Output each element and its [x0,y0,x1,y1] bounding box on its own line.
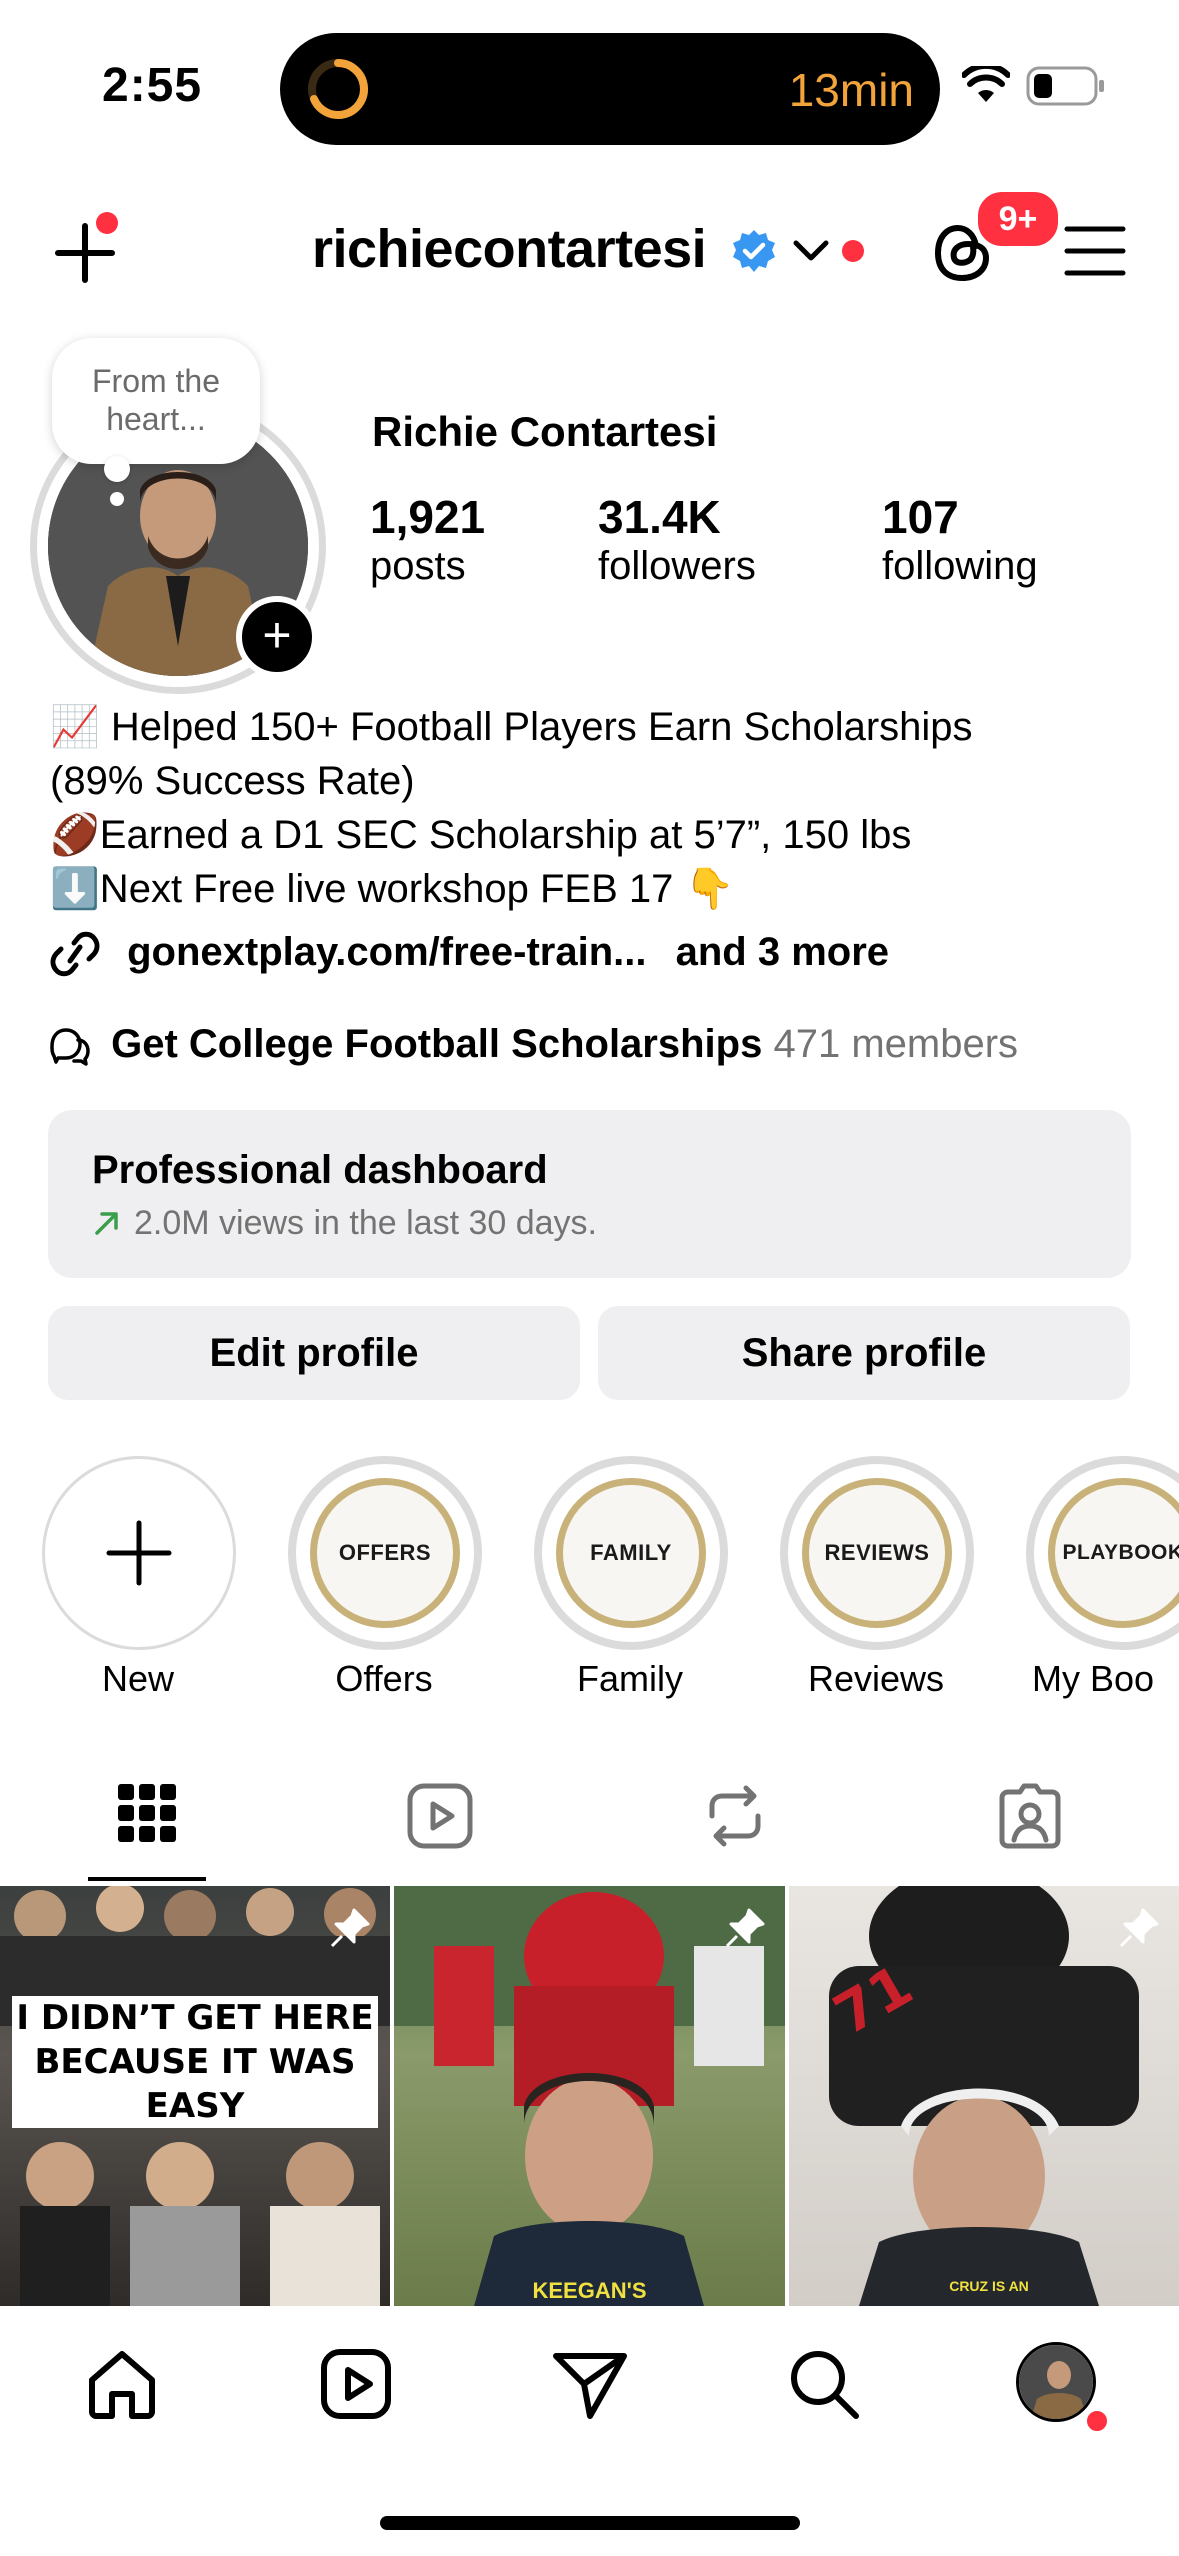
pin-icon [725,1908,765,1948]
highlight-cover: PLAYBOOK [1048,1478,1179,1628]
reels-tab-icon[interactable] [406,1782,474,1850]
tagged-tab-icon[interactable] [996,1782,1064,1850]
community-name[interactable]: Get College Football Scholarships [111,1022,762,1066]
active-tab-indicator [88,1877,206,1881]
share-direct-icon[interactable] [552,2350,628,2420]
community-row[interactable]: Get College Football Scholarships 471 me… [48,1022,1018,1067]
bio-link[interactable]: gonextplay.com/free-train... and 3 more [48,930,889,977]
pin-icon [1119,1908,1159,1948]
dashboard-subtitle: 2.0M views in the last 30 days. [134,1204,598,1242]
post-caption-line: I DIDN’T GET HERE [16,1998,374,2038]
bio: 📈 Helped 150+ Football Players Earn Scho… [50,700,1140,916]
profile-notification-dot [1084,2408,1110,2434]
reels-icon[interactable] [320,2348,392,2420]
highlight-label: Offers [335,1658,433,1699]
account-switch-dot [842,240,864,262]
notification-badge: 9+ [974,188,1062,250]
chevron-down-icon[interactable] [792,238,830,264]
note-bubble-tail-small [110,492,124,506]
stat-followers[interactable]: 31.4K followers [598,490,756,589]
post-caption: CRUZ IS AN [949,2278,1029,2294]
highlight-new[interactable] [42,1456,236,1650]
profile-avatar-tab[interactable] [1016,2342,1096,2422]
note-bubble[interactable]: From the heart... [52,338,260,464]
bio-line: (89% Success Rate) [50,759,415,803]
dashboard-title: Professional dashboard [92,1148,548,1192]
status-time: 2:55 [102,59,203,112]
profile-username[interactable]: richiecontartesi [312,218,707,280]
create-notification-dot [96,212,118,234]
post-tile[interactable]: 71 CRUZ IS AN [789,1886,1179,2306]
community-members: 471 members [773,1022,1019,1066]
home-indicator[interactable] [380,2516,800,2530]
highlight-label: Family [577,1658,683,1699]
highlight-playbook[interactable]: PLAYBOOK [1026,1456,1179,1650]
stat-following[interactable]: 107 following [882,490,1038,589]
highlight-cover: FAMILY [556,1478,706,1628]
battery-icon [1026,66,1104,106]
post-caption: KEEGAN'S [532,2278,647,2303]
reposts-tab-icon[interactable] [704,1782,766,1850]
stat-following-label: following [882,544,1038,588]
timer-icon [308,59,368,119]
community-chat-icon [50,1028,90,1067]
search-icon[interactable] [788,2348,860,2420]
bio-line: 🏈Earned a D1 SEC Scholarship at 5’7”, 15… [50,813,912,857]
bio-link-text[interactable]: gonextplay.com/free-train... [127,930,646,974]
link-icon [50,932,100,977]
dynamic-island[interactable]: 13min [280,33,940,145]
post-caption-line: BECAUSE IT WAS EASY [34,2042,356,2126]
timer-text: 13min [788,64,914,116]
highlight-cover: REVIEWS [802,1478,952,1628]
menu-icon[interactable] [1064,224,1126,278]
stat-posts-value: 1,921 [370,491,486,543]
plus-icon [106,1520,172,1586]
stat-followers-label: followers [598,544,756,588]
grid-tab-icon[interactable] [116,1782,178,1844]
edit-profile-button[interactable]: Edit profile [48,1306,580,1400]
bio-link-more[interactable]: and 3 more [676,930,889,974]
stat-followers-value: 31.4K [598,491,721,543]
add-story-button[interactable]: + [236,596,318,678]
post-tile[interactable]: I DIDN’T GET HERE BECAUSE IT WAS EASY [0,1886,390,2306]
stat-following-value: 107 [882,491,959,543]
full-name: Richie Contartesi [372,408,718,455]
wifi-icon [962,66,1010,102]
bio-line: 📈 Helped 150+ Football Players Earn Scho… [50,705,973,749]
highlight-label: Reviews [807,1658,945,1699]
share-profile-button[interactable]: Share profile [598,1306,1130,1400]
post-tile[interactable]: KEEGAN'S [394,1886,785,2306]
post-caption: I DIDN’T GET HERE BECAUSE IT WAS EASY [12,1996,378,2128]
highlight-label: My Boo [1032,1658,1155,1699]
verified-badge-icon [733,230,775,272]
home-icon[interactable] [86,2348,158,2420]
note-bubble-tail [104,456,130,482]
highlight-reviews[interactable]: REVIEWS [780,1456,974,1650]
dashboard-subtitle-row: 2.0M views in the last 30 days. [92,1204,597,1243]
pin-icon [330,1908,370,1948]
trend-up-icon [95,1212,118,1235]
bio-line: ⬇️Next Free live workshop FEB 17 👇 [50,867,735,911]
highlight-label: New [101,1658,175,1699]
stat-posts[interactable]: 1,921 posts [370,490,485,589]
stat-posts-label: posts [370,544,466,588]
professional-dashboard[interactable]: Professional dashboard 2.0M views in the… [48,1110,1131,1278]
highlight-cover: OFFERS [310,1478,460,1628]
highlight-offers[interactable]: OFFERS [288,1456,482,1650]
highlight-family[interactable]: FAMILY [534,1456,728,1650]
